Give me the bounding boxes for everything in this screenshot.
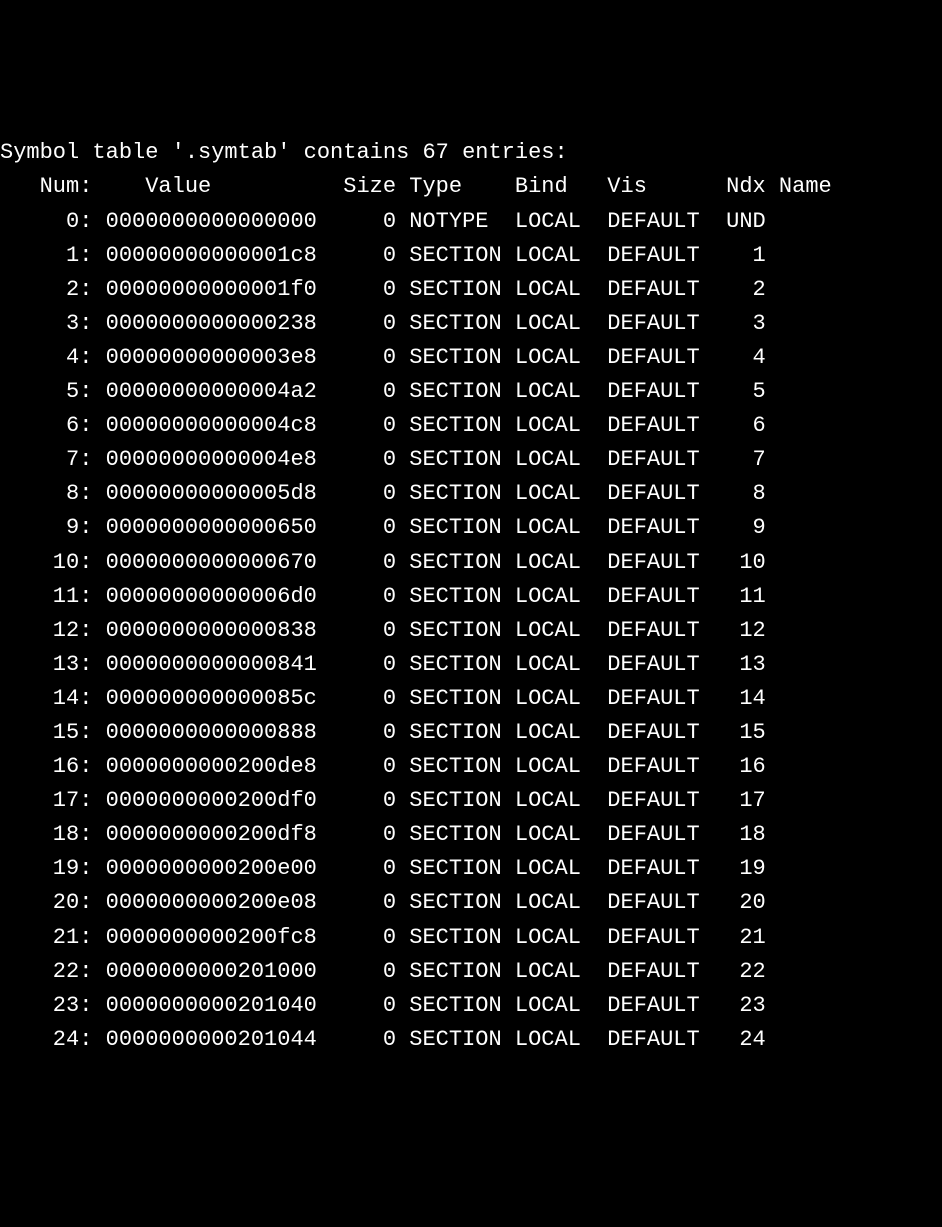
table-row: 1: 00000000000001c8 0 SECTION LOCAL DEFA… [0,239,942,273]
table-row: 9: 0000000000000650 0 SECTION LOCAL DEFA… [0,511,942,545]
table-row: 7: 00000000000004e8 0 SECTION LOCAL DEFA… [0,443,942,477]
table-row: 10: 0000000000000670 0 SECTION LOCAL DEF… [0,546,942,580]
table-row: 2: 00000000000001f0 0 SECTION LOCAL DEFA… [0,273,942,307]
table-row: 11: 00000000000006d0 0 SECTION LOCAL DEF… [0,580,942,614]
table-row: 24: 0000000000201044 0 SECTION LOCAL DEF… [0,1023,942,1057]
table-row: 0: 0000000000000000 0 NOTYPE LOCAL DEFAU… [0,205,942,239]
table-row: 21: 0000000000200fc8 0 SECTION LOCAL DEF… [0,921,942,955]
title-line: Symbol table '.symtab' contains 67 entri… [0,136,942,170]
table-row: 15: 0000000000000888 0 SECTION LOCAL DEF… [0,716,942,750]
table-row: 12: 0000000000000838 0 SECTION LOCAL DEF… [0,614,942,648]
table-row: 17: 0000000000200df0 0 SECTION LOCAL DEF… [0,784,942,818]
table-row: 13: 0000000000000841 0 SECTION LOCAL DEF… [0,648,942,682]
table-row: 3: 0000000000000238 0 SECTION LOCAL DEFA… [0,307,942,341]
table-row: 22: 0000000000201000 0 SECTION LOCAL DEF… [0,955,942,989]
header-row: Num: Value Size Type Bind Vis Ndx Name [0,170,942,204]
table-row: 5: 00000000000004a2 0 SECTION LOCAL DEFA… [0,375,942,409]
table-row: 23: 0000000000201040 0 SECTION LOCAL DEF… [0,989,942,1023]
table-row: 18: 0000000000200df8 0 SECTION LOCAL DEF… [0,818,942,852]
table-row: 20: 0000000000200e08 0 SECTION LOCAL DEF… [0,886,942,920]
table-row: 16: 0000000000200de8 0 SECTION LOCAL DEF… [0,750,942,784]
table-row: 19: 0000000000200e00 0 SECTION LOCAL DEF… [0,852,942,886]
symbol-table-rows: 0: 0000000000000000 0 NOTYPE LOCAL DEFAU… [0,205,942,1057]
terminal-output: Symbol table '.symtab' contains 67 entri… [0,136,942,1057]
table-row: 4: 00000000000003e8 0 SECTION LOCAL DEFA… [0,341,942,375]
table-row: 6: 00000000000004c8 0 SECTION LOCAL DEFA… [0,409,942,443]
table-row: 8: 00000000000005d8 0 SECTION LOCAL DEFA… [0,477,942,511]
table-row: 14: 000000000000085c 0 SECTION LOCAL DEF… [0,682,942,716]
